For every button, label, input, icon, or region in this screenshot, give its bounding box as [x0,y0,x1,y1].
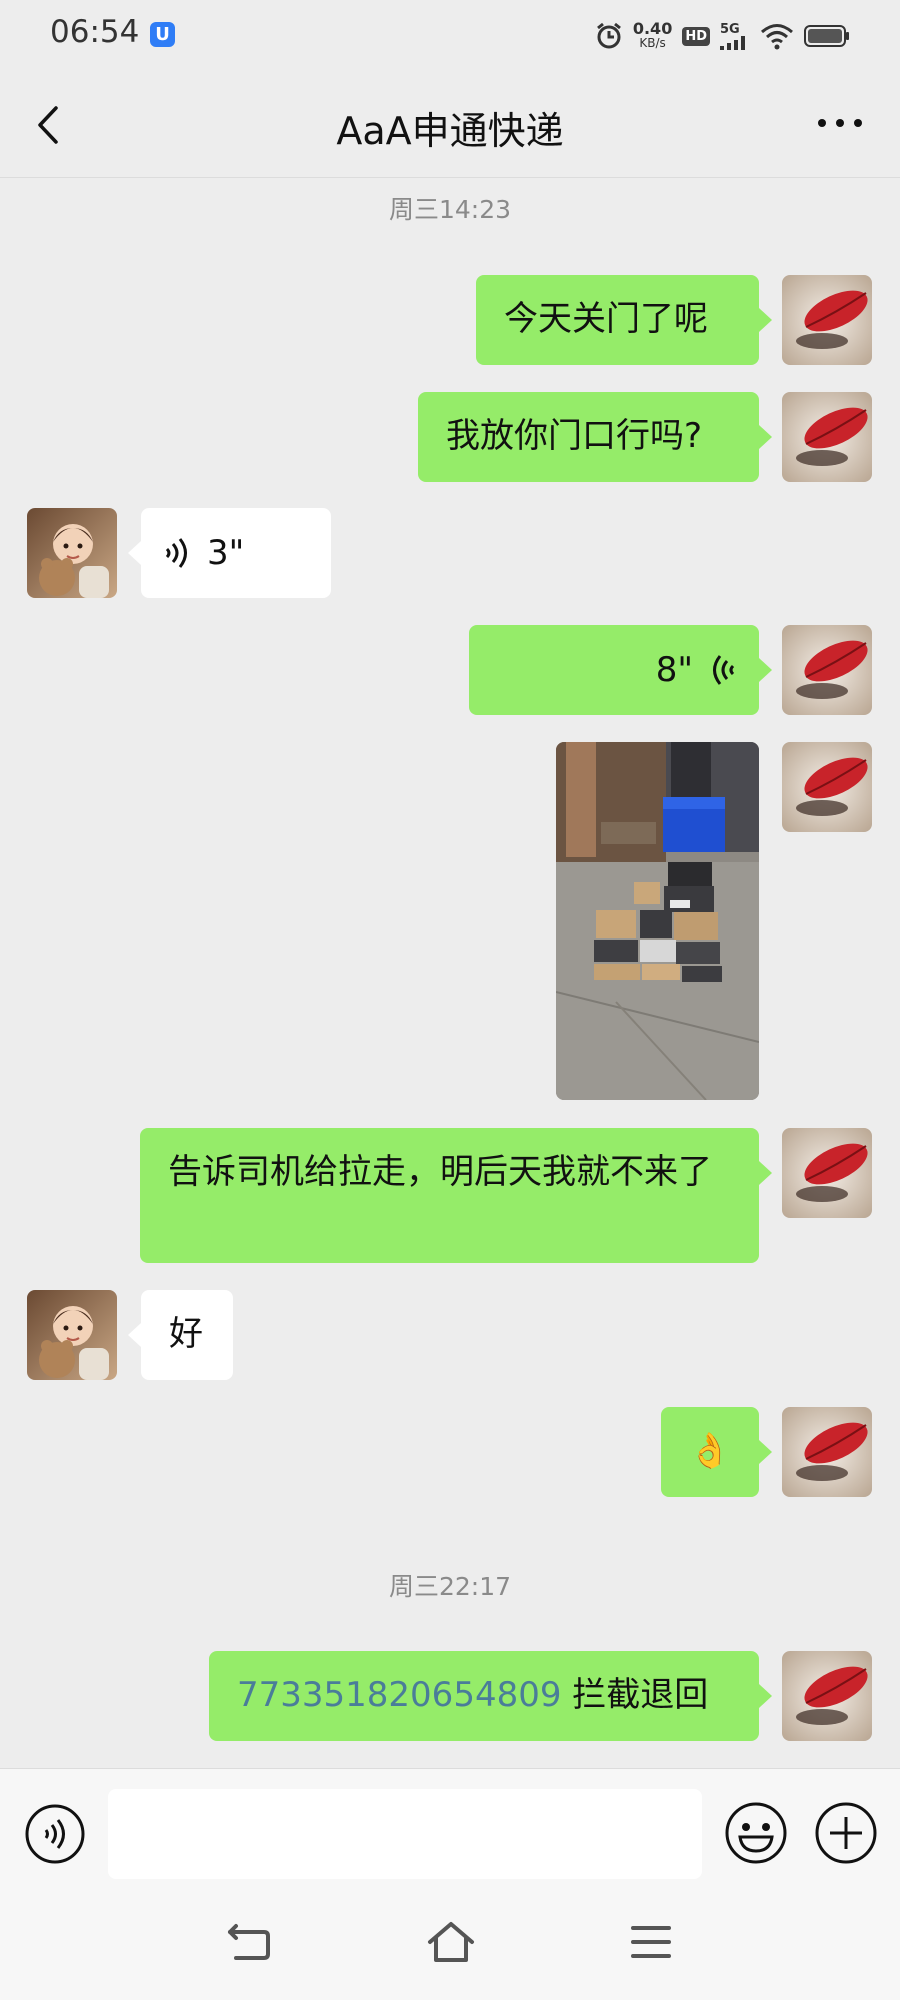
timestamp: 周三14:23 [388,195,512,224]
emoji-icon[interactable] [724,1801,788,1865]
girl-with-bear-avatar-image [27,1290,117,1380]
bubble-tail [128,541,141,565]
message-bubble[interactable]: 773351820654809 拦截退回 [209,1651,759,1741]
bubble-tail [759,1684,772,1708]
bubble-tail [759,308,772,332]
peer-avatar[interactable] [27,508,117,598]
message-bubble[interactable]: 好 [141,1290,233,1380]
my-avatar[interactable] [782,392,872,482]
net-speed-unit: KB/s [639,36,666,50]
voice-message[interactable]: 8" [469,625,759,715]
bubble-tail [759,1440,772,1464]
my-avatar[interactable] [782,625,872,715]
voice-duration: 3" [207,533,245,573]
parcels-photo [556,742,759,1100]
input-bar [0,1768,900,1880]
leaf-avatar-image [782,275,872,365]
net-speed: 0.40 KB/s [632,19,673,51]
signal-5g-icon: 5G [720,23,750,50]
bubble-tail [759,658,772,682]
peer-avatar[interactable] [27,1290,117,1380]
voice-wave-icon [713,655,735,685]
message-text: 拦截退回 [561,1675,709,1715]
network-label: 5G [720,21,740,37]
voice-duration: 8" [655,650,693,690]
status-time: 06:54 [50,14,140,50]
voice-input-icon[interactable] [24,1803,86,1865]
shield-icon: U [150,22,175,47]
message-bubble[interactable]: 告诉司机给拉走，明后天我就不来了 [140,1128,759,1263]
leaf-avatar-image [782,1128,872,1218]
leaf-avatar-image [782,392,872,482]
signal-bars-icon [720,35,745,50]
chat-header: AaA申通快递 [0,70,900,178]
leaf-avatar-image [782,742,872,832]
wifi-icon [761,24,793,50]
menu-nav-icon[interactable] [630,1924,672,1960]
girl-with-bear-avatar-image [27,508,117,598]
my-avatar[interactable] [782,1128,872,1218]
my-avatar[interactable] [782,742,872,832]
my-avatar[interactable] [782,1651,872,1741]
back-nav-icon[interactable] [226,1922,272,1962]
home-nav-icon[interactable] [426,1920,476,1964]
timestamp: 周三22:17 [388,1572,512,1601]
bubble-tail [759,1161,772,1185]
photo-message[interactable] [556,742,759,1100]
my-avatar[interactable] [782,275,872,365]
voice-message[interactable]: 3" [141,508,331,598]
message-bubble[interactable]: 今天关门了呢 [476,275,759,365]
my-avatar[interactable] [782,1407,872,1497]
status-icons: 0.40 KB/s HD 5G [595,18,850,54]
emoji-message[interactable]: 👌 [661,1407,759,1497]
tracking-number-link[interactable]: 773351820654809 [237,1675,561,1715]
hd-icon: HD [682,26,710,46]
message-bubble[interactable]: 我放你门口行吗? [418,392,759,482]
battery-icon [804,25,849,47]
message-input[interactable] [108,1789,702,1879]
net-speed-value: 0.40 [632,19,673,38]
leaf-avatar-image [782,1407,872,1497]
bubble-tail [759,425,772,449]
leaf-avatar-image [782,625,872,715]
plus-icon[interactable] [814,1801,878,1865]
voice-wave-icon [165,538,187,568]
status-bar: 06:54 U 0.40 KB/s HD 5G [0,0,900,70]
alarm-icon [596,22,621,49]
leaf-avatar-image [782,1651,872,1741]
bubble-tail [128,1323,141,1347]
system-nav-bar [0,1880,900,2000]
more-dots-icon [818,119,862,127]
more-button[interactable] [810,98,870,148]
chat-title: AaA申通快递 [336,109,564,153]
